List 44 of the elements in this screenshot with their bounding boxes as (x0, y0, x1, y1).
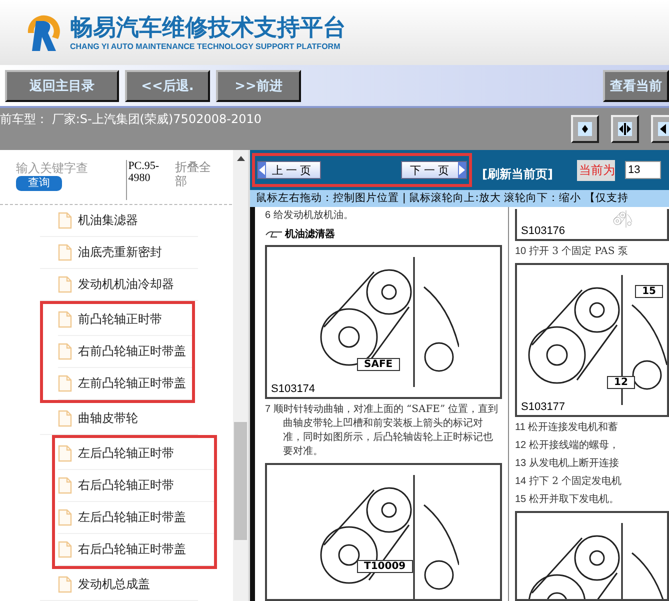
search-button[interactable]: 查询 (16, 176, 62, 191)
figure-label: 15 (635, 285, 663, 298)
site-title: 畅易汽车维修技术支持平台 (70, 14, 346, 42)
tree-item[interactable]: 右前凸轮轴正时带盖 (58, 336, 192, 368)
step-text: 7 顺时针转动曲轴，对准上面的 “SAFE” 位置，直到曲轴皮带轮上凹槽和前安装板上箭头的标记对准，同时如图所示，后凸轮轴齿轮上正时标记也要对准。 (265, 403, 500, 459)
tree-item[interactable]: 发动机总成盖 (40, 569, 198, 601)
nav-button[interactable]: 返回主目录 (5, 70, 119, 102)
view-current-button[interactable]: 查看当前 (603, 70, 669, 102)
step-text: 13 从发电机上断开连接 (515, 457, 620, 471)
figure-caption: S103174 (271, 383, 316, 395)
figure-label: 12 (607, 376, 635, 389)
nav-button[interactable]: <<后退. (125, 70, 210, 102)
tree-item[interactable]: 右后凸轮轴正时带盖 (58, 534, 214, 566)
tree-item[interactable]: 曲轴皮带轮 (40, 403, 198, 435)
site-subtitle: CHANG YI AUTO MAINTENANCE TECHNOLOGY SUPPORT PLATFORM (70, 42, 342, 51)
step-text: 6 给发动机放机油。 (265, 209, 354, 223)
current-page-label: 当前为 (576, 160, 615, 180)
figure-label: SAFE (357, 358, 400, 371)
page-number-field[interactable]: 13 (624, 161, 661, 179)
figure-caption: S103177 (521, 401, 566, 413)
tree-item[interactable]: 机油集滤器 (40, 205, 198, 237)
tree-item[interactable]: 左后凸轮轴正时带 (58, 438, 214, 470)
nav-button[interactable]: >>前进 (216, 70, 301, 102)
instruction-text: 鼠标左右拖动：控制图片位置 | 鼠标滚轮向上:放大 滚轮向下：缩小 【仅支持 (250, 190, 669, 207)
figure-caption: S103176 (521, 225, 566, 237)
tree-item[interactable]: 右后凸轮轴正时带 (58, 470, 214, 502)
step-text: 15 松开并取下发电机。 (515, 493, 620, 507)
step-text: 11 松开连接发电机和蓄 (515, 421, 620, 435)
vehicle-model-label: 前车型： 厂家:S-上汽集团(荣威)7502008-2010 (0, 111, 262, 128)
tree-item[interactable]: 左后凸轮轴正时带盖 (58, 502, 214, 534)
section-heading: 机油滤清器 (285, 228, 335, 241)
tree-item[interactable]: 发动机机油冷却器 (40, 269, 198, 301)
tree-item[interactable]: 前凸轮轴正时带 (58, 304, 192, 336)
code-label: PC.95-4980 (126, 160, 168, 200)
step-text: 14 拧下 2 个固定发电机 (515, 475, 623, 489)
collapse-all-link[interactable]: 折叠全部 (175, 160, 216, 200)
tree-item[interactable]: 左前凸轮轴正时带盖 (58, 368, 192, 400)
step-text: 12 松开接线端的螺母， (515, 439, 620, 453)
next-page-button[interactable]: 下一页 (401, 161, 467, 179)
previous-page-button[interactable]: 上一页 (257, 161, 321, 179)
refresh-link[interactable]: [刷新当前页] (482, 166, 553, 182)
figure-label: T10009 (357, 560, 413, 573)
tree-item[interactable]: 油底壳重新密封 (40, 237, 198, 269)
step-text: 10 拧开 3 个固定 PAS 泵 (515, 245, 629, 259)
